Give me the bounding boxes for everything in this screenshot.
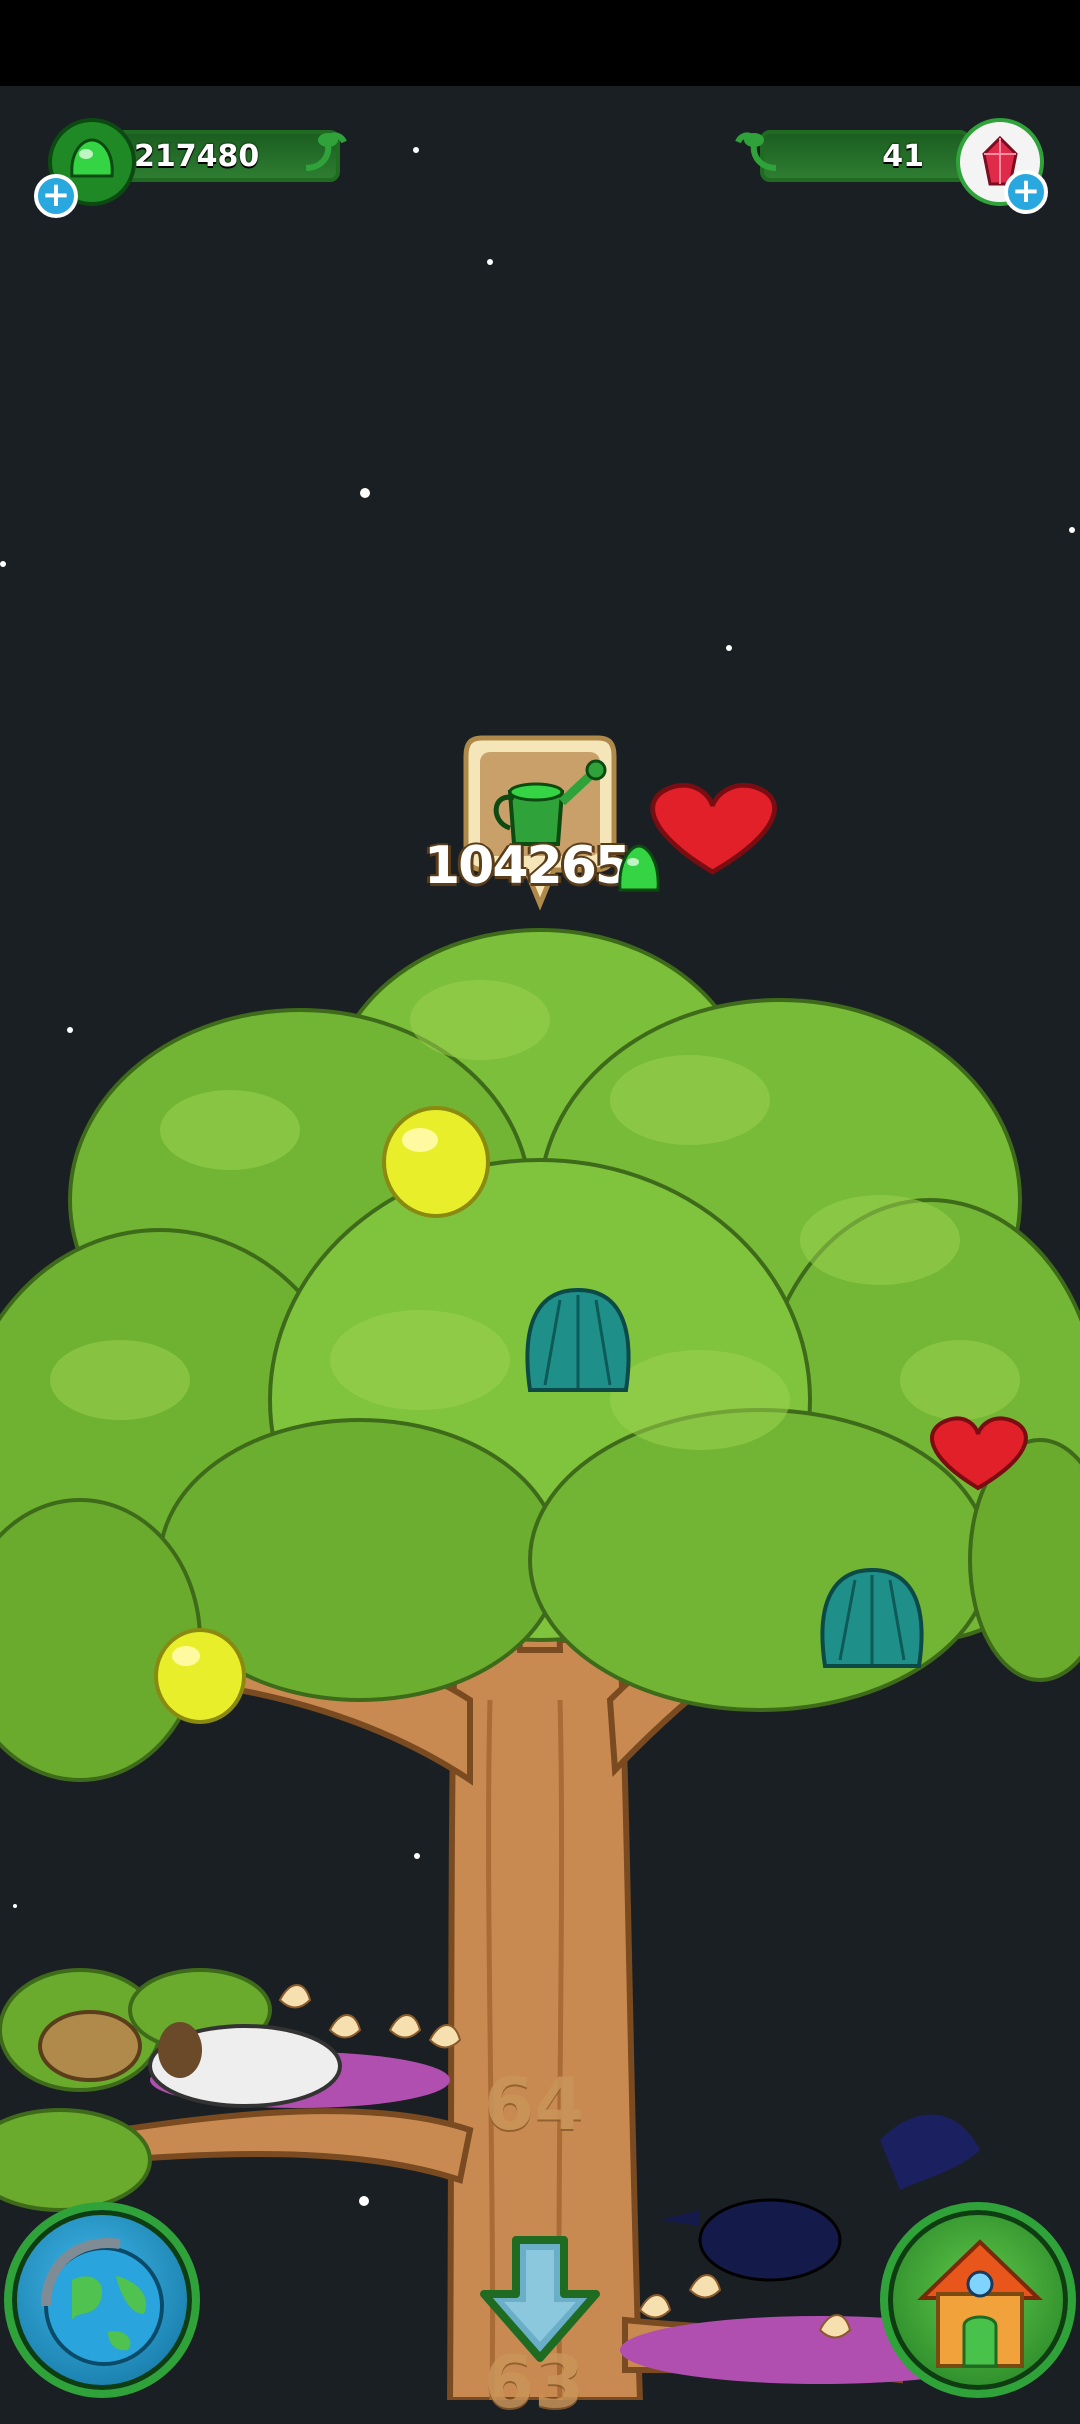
hamster-creature	[38, 2010, 142, 2082]
globe-icon	[41, 2238, 164, 2366]
home-button[interactable]	[880, 2202, 1076, 2398]
water-amount: 104265	[424, 836, 631, 896]
lower-left-branch	[0, 1968, 450, 2212]
game-scene	[0, 86, 1080, 2400]
tree-level-current: 64	[484, 2062, 585, 2146]
house-icon	[917, 2239, 1043, 2368]
red-gem-count: 41	[882, 138, 924, 174]
add-green-gems-button[interactable]: +	[34, 174, 78, 218]
green-gem-small-icon	[618, 844, 660, 892]
down-arrow-icon[interactable]	[470, 2230, 610, 2370]
vine-curl-icon	[305, 132, 347, 171]
fruit-teal-shell-1[interactable]	[525, 1287, 631, 1392]
status-bar	[0, 0, 1080, 86]
fruit-yellow-2[interactable]	[154, 1628, 246, 1724]
fruit-teal-shell-2[interactable]	[820, 1567, 924, 1668]
crow-creature	[698, 2198, 842, 2282]
fruit-yellow-1[interactable]	[382, 1106, 490, 1218]
fruit-red-heart-1[interactable]	[650, 783, 777, 875]
add-red-gems-button[interactable]: +	[1004, 170, 1048, 214]
vine-curl-icon-right	[735, 132, 777, 171]
green-gem-count: 217480	[134, 138, 260, 174]
red-gem-counter: 41	[760, 130, 970, 182]
world-map-button[interactable]	[4, 2202, 200, 2398]
